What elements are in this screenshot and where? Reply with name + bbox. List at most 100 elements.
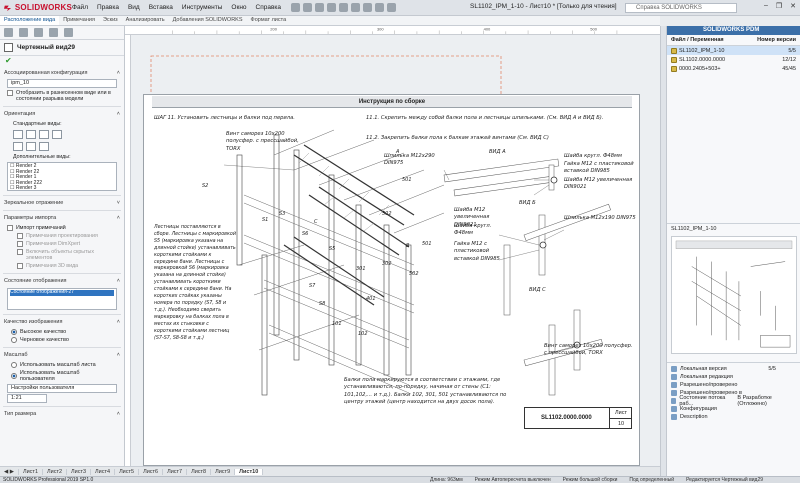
display-manager-icon[interactable] xyxy=(64,28,73,37)
tab-evaluate[interactable]: Анализировать xyxy=(122,16,169,25)
menu-file[interactable]: Файл xyxy=(72,4,88,11)
user-scale-radio[interactable] xyxy=(11,373,17,379)
tab-sketch[interactable]: Эскиз xyxy=(99,16,122,25)
pdm-row[interactable]: SL1102.0000.0000 12/12 xyxy=(667,55,800,64)
pdm-row[interactable]: 0000.2405+503+ 45/45 xyxy=(667,64,800,73)
prop-row[interactable]: Разрешено/проверено xyxy=(667,381,800,389)
prop-row[interactable]: Состояние потока раб... В Разработке (Отл… xyxy=(667,395,800,407)
prop-row[interactable]: Локальная версия 5/5 xyxy=(667,365,800,373)
home-icon[interactable] xyxy=(291,3,301,12)
config-select[interactable]: ipm_10 xyxy=(7,79,117,88)
dims-label[interactable]: Тип размера xyxy=(4,411,36,417)
view-bottom-icon[interactable] xyxy=(26,142,36,151)
mirror-label[interactable]: Зеркальное отражение xyxy=(4,200,63,206)
notes-3d-checkbox[interactable] xyxy=(17,263,23,269)
collapse-icon[interactable]: ˄ xyxy=(117,319,120,325)
status-rebuild[interactable]: Режим Автопересчета выключен xyxy=(475,477,551,483)
sheet-tab[interactable]: Лист5 xyxy=(115,468,140,475)
menu-tools[interactable]: Инструменты xyxy=(182,4,223,11)
collapse-icon[interactable]: ˄ xyxy=(117,278,120,284)
expand-icon[interactable]: ˅ xyxy=(117,200,120,206)
view-back-icon[interactable] xyxy=(26,130,36,139)
import-notes-checkbox[interactable] xyxy=(7,225,13,231)
graphics-area[interactable]: 200 300 400 500 Инструкция по сборке S2 … xyxy=(125,26,660,466)
print-icon[interactable] xyxy=(339,3,349,12)
display-state-label[interactable]: Состояние отображения xyxy=(4,278,67,284)
save-icon[interactable] xyxy=(327,3,337,12)
restore-icon[interactable]: ❐ xyxy=(776,2,782,10)
property-manager-icon[interactable] xyxy=(19,28,28,37)
draft-quality-radio[interactable] xyxy=(11,337,17,343)
scale-preset-select[interactable]: Настройки пользователя xyxy=(7,384,117,393)
view-top-icon[interactable] xyxy=(13,142,23,151)
status-large-assembly[interactable]: Режим большой сборки xyxy=(563,477,618,483)
menu-window[interactable]: Окно xyxy=(231,4,246,11)
scale-label[interactable]: Масштаб xyxy=(4,352,28,358)
minimize-icon[interactable]: – xyxy=(764,2,768,10)
help-search-input[interactable]: Справка SOLIDWORKS xyxy=(625,3,737,13)
pdm-row[interactable]: SL1102_IPM_1-10 5/5 xyxy=(667,46,800,55)
menu-view[interactable]: Вид xyxy=(128,4,140,11)
drawing-sheet[interactable]: Инструкция по сборке S2 S1 S3 S6 S5 S7 S… xyxy=(143,94,640,466)
hidden-features-checkbox[interactable] xyxy=(17,249,23,255)
open-folder-icon[interactable] xyxy=(315,3,325,12)
display-state-item[interactable]: Состояние отображения-27 xyxy=(10,289,114,296)
tab-sheet-format[interactable]: Формат листа xyxy=(247,16,291,25)
sheet-tab-active[interactable]: Лист10 xyxy=(235,468,264,475)
menu-help[interactable]: Справка xyxy=(256,4,282,11)
undo-icon[interactable] xyxy=(351,3,361,12)
col-version[interactable]: Номер версии xyxy=(757,37,796,43)
exploded-checkbox[interactable] xyxy=(7,90,13,96)
config-manager-icon[interactable] xyxy=(34,28,43,37)
col-name[interactable]: Файл / Переменная xyxy=(671,37,724,43)
quality-label[interactable]: Качество изображения xyxy=(4,319,62,325)
import-label[interactable]: Параметры импорта xyxy=(4,215,56,221)
config-label[interactable]: Ассоциированная конфигурация xyxy=(4,70,87,76)
close-icon[interactable]: ✕ xyxy=(790,2,796,10)
sheet-tab[interactable]: Лист2 xyxy=(43,468,68,475)
prop-row[interactable]: Description xyxy=(667,413,800,421)
design-notes-checkbox[interactable] xyxy=(17,233,23,239)
view-front-icon[interactable] xyxy=(13,130,23,139)
new-file-icon[interactable] xyxy=(303,3,313,12)
prop-row[interactable]: Локальная редакция xyxy=(667,373,800,381)
collapse-icon[interactable]: ˄ xyxy=(117,70,120,76)
scale-value-input[interactable]: 1:21 xyxy=(7,394,47,403)
menu-insert[interactable]: Вставка xyxy=(149,4,173,11)
tab-addins[interactable]: Добавления SOLIDWORKS xyxy=(169,16,247,25)
feature-tree-icon[interactable] xyxy=(4,28,13,37)
tab-annotation[interactable]: Примечания xyxy=(59,16,99,25)
view-right-icon[interactable] xyxy=(52,130,62,139)
view-left-icon[interactable] xyxy=(39,130,49,139)
sheet-tab[interactable]: Лист4 xyxy=(91,468,116,475)
view-iso-icon[interactable] xyxy=(39,142,49,151)
options-gear-icon[interactable] xyxy=(387,3,397,12)
sheet-nav-icon[interactable]: ◀ ▶ xyxy=(0,468,19,475)
collapse-icon[interactable]: ˄ xyxy=(117,111,120,117)
sheet-tab[interactable]: Лист3 xyxy=(67,468,92,475)
views-list[interactable]: ☐ Render 2 ☐ Render 22 ☐ Render 1 ☐ Rend… xyxy=(7,162,117,191)
collapse-icon[interactable]: ˄ xyxy=(117,215,120,221)
list-item[interactable]: ☐ Render 3 xyxy=(10,185,114,192)
display-state-list[interactable]: Состояние отображения-27 xyxy=(7,288,117,310)
rebuild-icon[interactable] xyxy=(375,3,385,12)
menu-edit[interactable]: Правка xyxy=(97,4,119,11)
dimxpert-icon[interactable] xyxy=(49,28,58,37)
ok-button[interactable]: ✔ xyxy=(0,56,124,66)
label-502: 502 xyxy=(382,211,392,217)
label-502b: 502 xyxy=(409,271,419,277)
collapse-icon[interactable]: ˄ xyxy=(117,411,120,417)
app-logo[interactable]: SOLIDWORKS xyxy=(0,3,72,13)
select-icon[interactable] xyxy=(363,3,373,12)
sheet-tab[interactable]: Лист8 xyxy=(187,468,212,475)
orientation-label[interactable]: Ориентация xyxy=(4,111,35,117)
sheet-tab[interactable]: Лист9 xyxy=(211,468,236,475)
dimxpert-checkbox[interactable] xyxy=(17,241,23,247)
tab-view-layout[interactable]: Расположение вида xyxy=(0,16,60,25)
collapse-icon[interactable]: ˄ xyxy=(117,352,120,358)
sheet-scale-radio[interactable] xyxy=(11,362,17,368)
high-quality-radio[interactable] xyxy=(11,329,17,335)
sheet-tab[interactable]: Лист1 xyxy=(19,468,44,475)
sheet-tab[interactable]: Лист6 xyxy=(139,468,164,475)
sheet-tab[interactable]: Лист7 xyxy=(163,468,188,475)
